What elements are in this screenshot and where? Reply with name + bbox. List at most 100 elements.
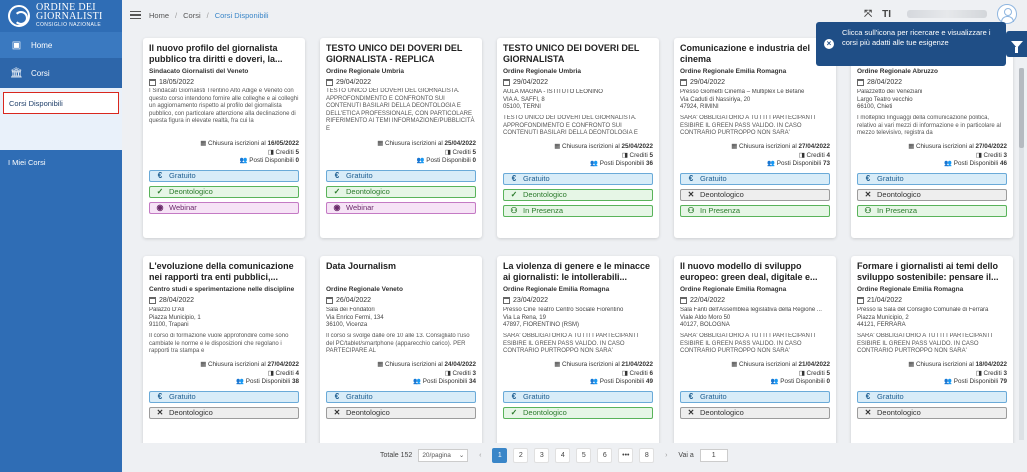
course-card[interactable]: Formare i giornalisti ai temi dello svil…	[851, 256, 1013, 443]
calendar-icon: ▦	[554, 361, 562, 368]
scrollbar-thumb[interactable]	[1019, 68, 1024, 148]
seats-row: 👥 Posti Disponibili 36	[590, 160, 653, 167]
credits-value: 4	[295, 369, 299, 377]
closing-date: 27/04/2022	[975, 143, 1007, 150]
page-8[interactable]: 8	[639, 447, 655, 463]
tag-deontologico-icon: ✓	[156, 187, 164, 196]
credits-icon: ◨	[621, 151, 630, 159]
page-2[interactable]: 2	[513, 447, 529, 463]
tag-deontologico-icon: ✓	[510, 408, 518, 417]
credits-row: ◨ Crediti 5	[267, 148, 299, 156]
course-organizer: Ordine Regionale Emilia Romagna	[857, 286, 964, 293]
fullscreen-icon[interactable]: ⤧	[864, 9, 872, 20]
course-card[interactable]: Comunicazione e industria del cinema Ordi…	[674, 38, 836, 238]
page-3[interactable]: 3	[534, 447, 550, 463]
course-title[interactable]: TESTO UNICO DEI DOVERI DEL GIORNALISTA	[503, 43, 653, 65]
credits-value: 3	[1003, 151, 1007, 159]
text-size-icon[interactable]: TI	[882, 9, 891, 20]
goto-label: Vai a	[678, 451, 694, 459]
calendar-icon	[326, 297, 333, 304]
closing-date: 25/04/2022	[621, 143, 653, 150]
course-card[interactable]: Il nuovo profilo del giornalista pubblic…	[143, 38, 305, 238]
tag-gratuito-icon: €	[511, 392, 517, 401]
course-title[interactable]: Il nuovo profilo del giornalista pubblic…	[149, 43, 299, 65]
course-title[interactable]: L'evoluzione della comunicazione nei rap…	[149, 261, 299, 283]
seats-row: 👥 Posti Disponibili 34	[413, 378, 476, 385]
avatar[interactable]	[997, 4, 1017, 24]
course-address: Sala dei Fondatori Via Enrico Fermi, 134…	[326, 307, 384, 328]
tag-gratuito: € Gratuito	[326, 390, 476, 403]
course-address: Palazzo D'Alì Piazza Municipio, 1 91100,…	[149, 307, 201, 328]
page-5[interactable]: 5	[576, 447, 592, 463]
close-icon[interactable]: ×	[824, 39, 834, 49]
credits-value: 5	[295, 148, 299, 156]
tag-deontologico: ✕ Deontologico	[680, 188, 830, 201]
calendar-icon: ▦	[554, 143, 562, 150]
course-card[interactable]: TESTO UNICO DEI DOVERI DEL GIORNALISTA Or…	[497, 38, 659, 238]
calendar-icon	[503, 297, 510, 304]
tag-deontologico-icon: ✕	[687, 190, 695, 199]
course-description: Il corso si svolge dalle ore 10 alle 13.…	[326, 333, 470, 354]
closing-date: 25/04/2022	[444, 140, 476, 147]
page-1[interactable]: 1	[492, 447, 508, 463]
closing-date-row: ▦ Chiusura iscrizioni al 21/04/2022	[554, 361, 653, 368]
sidebar-item-corsi[interactable]: 🏛 Corsi	[0, 58, 122, 88]
course-title[interactable]: TESTO UNICO DEI DOVERI DEL GIORNALISTA -…	[326, 43, 476, 65]
credits-value: 3	[472, 369, 476, 377]
sidebar-item-home[interactable]: ▣ Home	[0, 32, 122, 58]
tag-in-presenza: ⚇ In Presenza	[680, 204, 830, 217]
users-icon: 👥	[944, 160, 954, 167]
sidebar-item-label: Corsi	[31, 68, 50, 78]
course-card[interactable]: La violenza di genere e le minacce ai gi…	[497, 256, 659, 443]
seats-value: 73	[822, 160, 830, 167]
chevron-down-icon: ⌄	[458, 452, 465, 459]
page-size-select[interactable]: 20/pagina ⌄	[418, 448, 469, 462]
course-organizer: Ordine Regionale Emilia Romagna	[680, 68, 787, 75]
tag-deontologico-icon: ✓	[333, 187, 341, 196]
course-date: 26/04/2022	[336, 297, 372, 304]
course-card[interactable]: L'evoluzione della comunicazione nei rap…	[143, 256, 305, 443]
scrollbar[interactable]	[1019, 68, 1024, 440]
seats-row: 👥 Posti Disponibili 73	[767, 160, 830, 167]
course-address: Sala Fanti dell'Assemblea legislativa de…	[680, 307, 822, 328]
tag-gratuito: € Gratuito	[149, 390, 299, 403]
calendar-icon: ▦	[908, 143, 916, 150]
page-4[interactable]: 4	[555, 447, 571, 463]
course-description: I molteplici linguaggi della comunicazio…	[857, 115, 1002, 136]
sidebar: ORDINE DEI GIORNALISTI CONSIGLIO NAZIONA…	[0, 0, 122, 472]
course-title[interactable]: Il nuovo modello di sviluppo europeo: gr…	[680, 261, 830, 283]
sidebar-item-corsi-disponibili[interactable]: Corsi Disponibili	[3, 92, 119, 114]
users-icon: 👥	[590, 378, 600, 385]
course-description: Il corso di formazione vuole approfondir…	[149, 333, 289, 354]
breadcrumb-home[interactable]: Home	[149, 11, 169, 20]
course-card[interactable]: TESTO UNICO DEI DOVERI DEL GIORNALISTA -…	[320, 38, 482, 238]
tag-gratuito-icon: €	[688, 174, 694, 183]
course-address: Presso Cine Teatro Centro Sociale Fioren…	[503, 307, 624, 328]
calendar-icon	[149, 79, 156, 86]
tag-deontologico: ✓ Deontologico	[503, 188, 653, 201]
seats-row: 👥 Posti Disponibili 38	[236, 378, 299, 385]
prev-page-icon[interactable]: ‹	[474, 452, 486, 459]
credits-icon: ◨	[267, 369, 276, 377]
next-page-icon[interactable]: ›	[660, 452, 672, 459]
user-name-blurred[interactable]	[907, 10, 987, 18]
breadcrumb-corsi[interactable]: Corsi	[183, 11, 201, 20]
course-card[interactable]: Le sfide dell'informazione nella transiz…	[851, 38, 1013, 238]
course-title[interactable]: La violenza di genere e le minacce ai gi…	[503, 261, 653, 283]
closing-date-row: ▦ Chiusura iscrizioni al 16/05/2022	[200, 140, 299, 147]
sidebar-item-label: Home	[31, 40, 53, 50]
course-title[interactable]: Comunicazione e industria del cinema	[680, 43, 830, 65]
page-6[interactable]: 6	[597, 447, 613, 463]
course-card[interactable]: Data Journalism Ordine Regionale Veneto 26…	[320, 256, 482, 443]
filter-button[interactable]	[1006, 31, 1027, 57]
tag-gratuito-icon: €	[334, 171, 340, 180]
course-title[interactable]: Data Journalism	[326, 261, 476, 283]
brand-logo[interactable]: ORDINE DEI GIORNALISTI CONSIGLIO NAZIONA…	[0, 0, 122, 32]
sidebar-item-miei-corsi[interactable]: I Miei Corsi	[0, 150, 122, 174]
goto-page-input[interactable]: 1	[699, 448, 728, 462]
course-card[interactable]: Il nuovo modello di sviluppo europeo: gr…	[674, 256, 836, 443]
tag-deontologico: ✕ Deontologico	[857, 406, 1007, 419]
page-ellipsis[interactable]: •••	[618, 447, 634, 463]
course-title[interactable]: Formare i giornalisti ai temi dello svil…	[857, 261, 1007, 283]
menu-toggle-icon[interactable]	[130, 11, 141, 19]
